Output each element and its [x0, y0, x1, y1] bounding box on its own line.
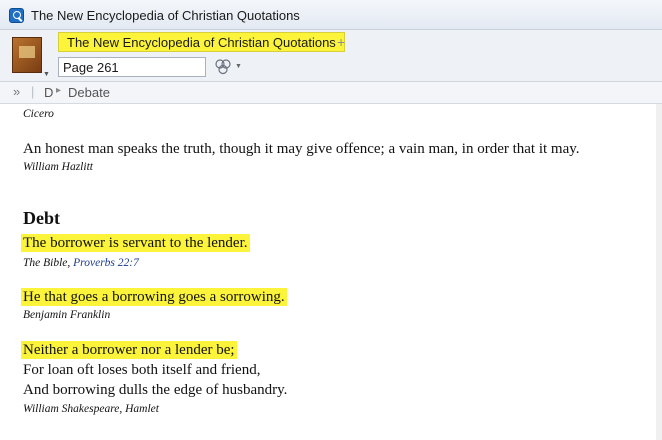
attribution: The Bible, Proverbs 22:7 [23, 257, 139, 269]
book-cover-icon[interactable] [12, 37, 42, 73]
breadcrumb-item-d[interactable]: D [44, 85, 53, 100]
breadcrumb-item-debate[interactable]: Debate [68, 85, 110, 100]
breadcrumb: » | D ▸ Debate [0, 82, 662, 104]
breadcrumb-divider: | [31, 84, 35, 99]
chevron-down-icon[interactable]: ▼ [235, 63, 242, 70]
page-reference-input[interactable] [58, 57, 206, 77]
resource-toolbar: ▼ The New Encyclopedia of Christian Quot… [0, 30, 662, 82]
quote-text: And borrowing dulls the edge of husbandr… [23, 382, 288, 398]
quote-text: The borrower is servant to the lender. [21, 234, 250, 252]
highlighted-text: Neither a borrower nor a lender be; [21, 341, 237, 359]
chevron-right-icon: ▸ [56, 85, 62, 96]
attribution: William Shakespeare, Hamlet [23, 403, 159, 415]
app-search-icon[interactable] [9, 8, 24, 23]
scripture-link[interactable]: Proverbs 22:7 [73, 257, 139, 269]
section-heading: Debt [23, 208, 60, 228]
quote-text: Neither a borrower nor a lender be; [21, 341, 237, 359]
highlighted-text: He that goes a borrowing goes a sorrowin… [21, 288, 287, 306]
attribution: William Hazlitt [23, 161, 93, 173]
vertical-scrollbar[interactable] [656, 104, 662, 440]
attribution: Cicero [23, 108, 54, 120]
chevron-down-icon[interactable]: ▼ [43, 71, 50, 78]
quote-text: He that goes a borrowing goes a sorrowin… [21, 288, 287, 306]
link-set-icon[interactable] [214, 59, 232, 75]
expand-chevrons-icon[interactable]: » [13, 84, 20, 99]
attribution: Benjamin Franklin [23, 309, 111, 321]
quote-text: For loan oft loses both itself and frien… [23, 362, 261, 378]
add-tab-button[interactable]: + [337, 32, 345, 52]
reading-pane: Cicero An honest man speaks the truth, t… [0, 104, 656, 440]
quote-text: An honest man speaks the truth, though i… [23, 141, 580, 157]
window-title: The New Encyclopedia of Christian Quotat… [31, 8, 300, 23]
attribution-source: The Bible, [23, 257, 74, 269]
title-bar: The New Encyclopedia of Christian Quotat… [0, 0, 662, 30]
tab-encyclopedia[interactable]: The New Encyclopedia of Christian Quotat… [58, 32, 345, 52]
highlighted-text: The borrower is servant to the lender. [21, 234, 250, 252]
